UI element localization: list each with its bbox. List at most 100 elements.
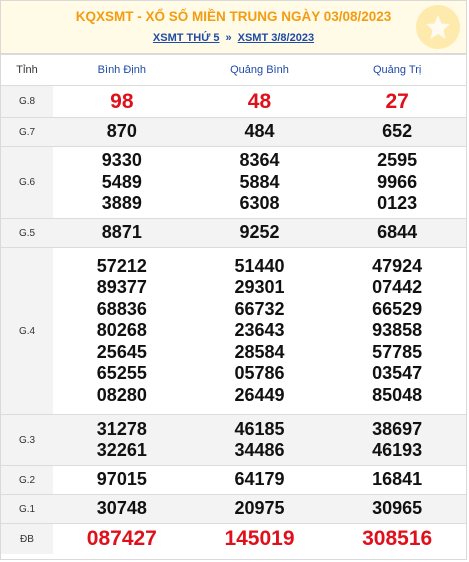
prize-cell: 46185 34486 [190, 414, 329, 466]
prize-number: 30965 [372, 498, 423, 519]
prize-cell: 27 [328, 85, 466, 118]
prize-label: G.3 [1, 414, 53, 466]
prize-cell: 6844 [328, 218, 466, 248]
prize-cell: 9330 5489 3889 [53, 146, 191, 219]
prize-row: ĐB 087427 145019 308516 [1, 523, 466, 554]
prize-row: G.3 31278 32261 46185 34486 38697 46193 [1, 414, 466, 466]
prize-number: 03547 [372, 363, 423, 384]
prize-row: G.2 97015 64179 16841 [1, 465, 466, 495]
prize-number: 66732 [234, 298, 285, 319]
prize-number: 9252 [239, 222, 280, 243]
prize-number: 652 [382, 121, 413, 142]
prize-number: 80268 [96, 320, 147, 341]
prize-number: 484 [244, 121, 275, 142]
prize-cell: 484 [190, 117, 329, 147]
prize-label: G.6 [1, 146, 53, 219]
prize-label: G.8 [1, 85, 53, 118]
prize-label: G.1 [1, 494, 53, 524]
prize-cell: 087427 [53, 523, 191, 554]
prize-label: G.5 [1, 218, 53, 248]
prize-number: 08280 [96, 384, 147, 405]
prize-cell: 145019 [190, 523, 329, 554]
prize-cell: 308516 [328, 523, 466, 554]
prize-number: 8871 [101, 222, 142, 243]
prize-cell: 652 [328, 117, 466, 147]
prize-number: 308516 [362, 527, 433, 551]
prize-cell: 20975 [190, 494, 329, 524]
prize-number: 46193 [372, 440, 423, 460]
results-header: KQXSMT - XỔ SỐ MIỀN TRUNG NGÀY 03/08/202… [1, 1, 466, 54]
prize-cell: 64179 [190, 465, 329, 495]
province-name: Bình Định [53, 54, 191, 86]
prize-number: 16841 [372, 469, 423, 490]
prize-number: 6308 [239, 193, 280, 214]
prize-number: 8364 [239, 150, 280, 171]
prize-cell: 9252 [190, 218, 329, 248]
prize-number: 28584 [234, 341, 285, 362]
prize-number: 0123 [377, 193, 418, 214]
prize-number: 30748 [96, 498, 147, 519]
prize-cell: 16841 [328, 465, 466, 495]
prize-cell: 2595 9966 0123 [328, 146, 466, 219]
prize-number: 2595 [377, 150, 418, 171]
prize-number: 34486 [234, 440, 285, 460]
breadcrumb-separator: » [225, 32, 232, 44]
prize-number: 85048 [372, 384, 423, 405]
prize-number: 65255 [96, 363, 147, 384]
link-xsmt-date[interactable]: XSMT 3/8/2023 [238, 32, 314, 44]
prize-cell: 57212 89377 68836 80268 25645 65255 08280 [53, 247, 191, 415]
star-logo-icon [416, 5, 460, 49]
prize-number: 38697 [372, 418, 423, 439]
prize-label: G.4 [1, 247, 53, 415]
prize-number: 66529 [372, 298, 423, 319]
prize-label: G.2 [1, 465, 53, 495]
prize-number: 5489 [101, 171, 142, 192]
prize-number: 9966 [377, 171, 418, 192]
prize-row: G.7 870 484 652 [1, 117, 466, 147]
prize-number: 9330 [101, 150, 142, 171]
prize-cell: 8871 [53, 218, 191, 248]
prize-cell: 51440 29301 66732 23643 28584 05786 26449 [190, 247, 329, 415]
prize-number: 07442 [372, 277, 423, 298]
prize-number: 51440 [234, 255, 285, 276]
results-panel: KQXSMT - XỔ SỐ MIỀN TRUNG NGÀY 03/08/202… [0, 0, 467, 560]
prize-number: 6844 [377, 222, 418, 243]
prize-number: 31278 [96, 418, 147, 439]
prize-label: ĐB [1, 523, 53, 554]
prize-cell: 31278 32261 [53, 414, 191, 466]
prize-number: 89377 [96, 277, 147, 298]
prize-number: 5884 [239, 171, 280, 192]
province-name: Quảng Trị [328, 54, 466, 86]
prize-row: G.6 9330 5489 3889 8364 5884 6308 2595 9966 0123 [1, 146, 466, 219]
column-label-province: Tỉnh [1, 54, 53, 86]
prize-cell: 98 [53, 85, 191, 118]
page-title: KQXSMT - XỔ SỐ MIỀN TRUNG NGÀY 03/08/202… [75, 9, 392, 24]
prize-number: 27 [385, 89, 409, 113]
prize-number: 98 [110, 89, 134, 113]
prize-label: G.7 [1, 117, 53, 147]
prize-number: 087427 [86, 527, 157, 551]
prize-row: G.4 57212 89377 68836 80268 25645 65255 08280 51… [1, 247, 466, 415]
results-table: Tỉnh Bình Định Quảng Bình Quảng Trị G.8 9… [1, 54, 466, 554]
prize-cell: 8364 5884 6308 [190, 146, 329, 219]
prize-cell: 48 [190, 85, 329, 118]
breadcrumb: XSMT THỨ 5 » XSMT 3/8/2023 [1, 32, 466, 44]
prize-cell: 870 [53, 117, 191, 147]
prize-number: 47924 [372, 255, 423, 276]
prize-number: 23643 [234, 320, 285, 341]
prize-number: 20975 [234, 498, 285, 519]
prize-number: 68836 [96, 298, 147, 319]
link-xsmt-thu-5[interactable]: XSMT THỨ 5 [153, 32, 220, 44]
prize-cell: 38697 46193 [328, 414, 466, 466]
prize-number: 57212 [96, 255, 147, 276]
prize-number: 145019 [224, 527, 295, 551]
prize-number: 3889 [101, 193, 142, 214]
prize-cell: 30965 [328, 494, 466, 524]
prize-number: 29301 [234, 277, 285, 298]
prize-number: 48 [247, 89, 272, 113]
prize-number: 32261 [96, 440, 147, 460]
prize-number: 870 [106, 121, 137, 142]
prize-cell: 97015 [53, 465, 191, 495]
prize-cell: 47924 07442 66529 93858 57785 03547 85048 [328, 247, 466, 415]
prize-row: G.8 98 48 27 [1, 85, 466, 118]
